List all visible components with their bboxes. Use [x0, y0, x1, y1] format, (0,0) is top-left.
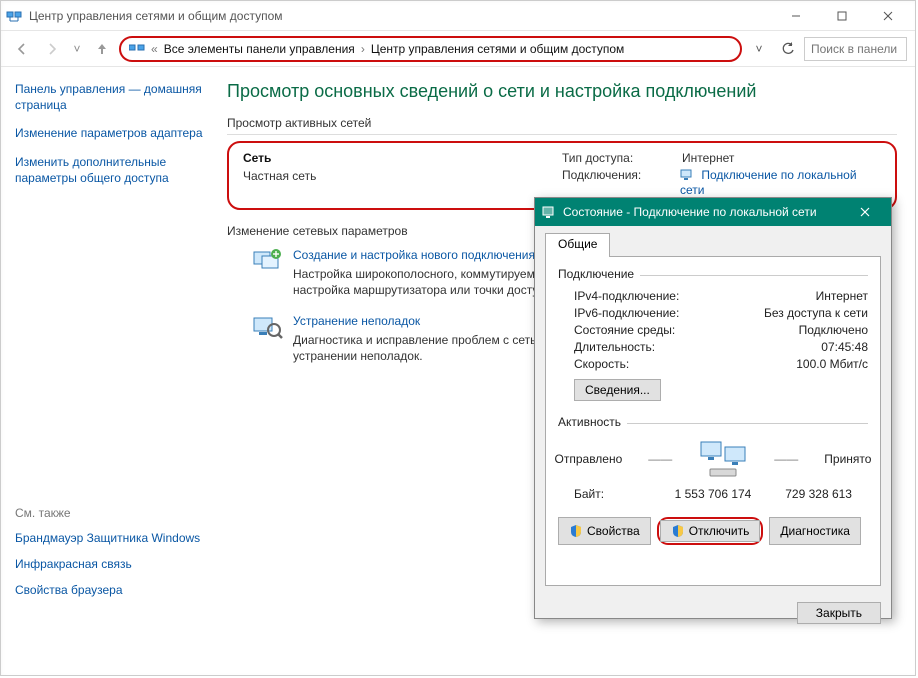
breadcrumb-icon — [129, 42, 145, 56]
titlebar: Центр управления сетями и общим доступом — [1, 1, 915, 31]
maximize-button[interactable] — [819, 2, 865, 30]
active-networks-heading: Просмотр активных сетей — [227, 116, 897, 135]
dialog-icon — [541, 204, 557, 220]
active-network-left: Сеть Частная сеть — [243, 151, 562, 200]
window-title: Центр управления сетями и общим доступом — [29, 9, 283, 23]
sidebar-link-firewall[interactable]: Брандмауэр Защитника Windows — [15, 530, 205, 546]
media-state-value: Подключено — [799, 323, 868, 337]
tab-general[interactable]: Общие — [545, 233, 610, 257]
sidebar-link-browser-props[interactable]: Свойства браузера — [15, 582, 205, 598]
connection-section-heading: Подключение — [558, 267, 868, 281]
speed-label: Скорость: — [574, 357, 629, 371]
see-also-links: Брандмауэр Защитника Windows Инфракрасна… — [15, 530, 205, 599]
breadcrumb-item-1[interactable]: Все элементы панели управления — [164, 42, 355, 56]
breadcrumb-chevron-icon: « — [151, 42, 158, 56]
disable-button-label: Отключить — [689, 524, 750, 538]
activity-dash-icon-2: —— — [774, 452, 798, 466]
access-type-value: Интернет — [682, 151, 734, 165]
close-button[interactable] — [865, 2, 911, 30]
speed-value: 100.0 Мбит/с — [796, 357, 868, 371]
diagnose-button[interactable]: Диагностика — [769, 517, 861, 545]
sidebar: Панель управления — домашняя страница Из… — [1, 67, 219, 675]
connections-label: Подключения: — [562, 168, 680, 197]
active-network-right: Тип доступа: Интернет Подключения: Подкл… — [562, 151, 881, 200]
connection-icon — [680, 169, 694, 183]
dialog-close-button[interactable] — [845, 199, 885, 225]
close-dialog-button[interactable]: Закрыть — [797, 602, 881, 624]
sidebar-link-home[interactable]: Панель управления — домашняя страница — [15, 81, 205, 113]
sent-label: Отправлено — [555, 452, 623, 466]
shield-icon — [569, 524, 583, 538]
disable-button-highlight: Отключить — [657, 517, 764, 545]
properties-button[interactable]: Свойства — [558, 517, 651, 545]
shield-icon — [671, 524, 685, 538]
bytes-row: Байт: 1 553 706 174 729 328 613 — [574, 487, 852, 501]
activity-dash-icon: —— — [648, 452, 672, 466]
duration-value: 07:45:48 — [821, 340, 868, 354]
bytes-received-value: 729 328 613 — [760, 487, 852, 501]
activity-section-heading: Активность — [558, 415, 868, 429]
breadcrumb-sep-icon: › — [361, 42, 365, 56]
app-icon — [5, 7, 23, 25]
dialog-titlebar[interactable]: Состояние - Подключение по локальной сет… — [535, 198, 891, 226]
search-box[interactable] — [804, 37, 907, 61]
connection-status-dialog: Состояние - Подключение по локальной сет… — [534, 197, 892, 619]
tab-content: Подключение IPv4-подключение: Интернет IP… — [545, 256, 881, 586]
ipv4-label: IPv4-подключение: — [574, 289, 679, 303]
dialog-button-group: Свойства Отключить Диагностика — [558, 517, 868, 545]
properties-button-label: Свойства — [587, 524, 640, 538]
two-computers-icon — [698, 439, 748, 479]
received-label: Принято — [824, 452, 871, 466]
network-type: Частная сеть — [243, 169, 562, 183]
ipv4-value: Интернет — [816, 289, 868, 303]
history-dropdown-button[interactable]: ˅ — [69, 36, 85, 62]
breadcrumb[interactable]: « Все элементы панели управления › Центр… — [119, 36, 742, 62]
new-connection-icon — [251, 248, 285, 278]
window-controls — [773, 2, 911, 30]
sidebar-link-adapter-settings[interactable]: Изменение параметров адаптера — [15, 125, 205, 141]
nav-up-button[interactable] — [89, 36, 115, 62]
sidebar-link-infrared[interactable]: Инфракрасная связь — [15, 556, 205, 572]
bytes-sent-value: 1 553 706 174 — [667, 487, 759, 501]
activity-diagram: Отправлено —— —— Принято — [558, 439, 868, 479]
minimize-button[interactable] — [773, 2, 819, 30]
see-also-heading: См. также — [15, 506, 205, 520]
disable-button[interactable]: Отключить — [660, 520, 761, 542]
dialog-title: Состояние - Подключение по локальной сет… — [563, 205, 817, 219]
nav-forward-button[interactable] — [39, 36, 65, 62]
media-state-label: Состояние среды: — [574, 323, 675, 337]
action-troubleshoot-link[interactable]: Устранение неполадок — [293, 314, 420, 328]
ipv6-value: Без доступа к сети — [764, 306, 868, 320]
bytes-label: Байт: — [574, 487, 666, 501]
duration-label: Длительность: — [574, 340, 655, 354]
connection-link[interactable]: Подключение по локальной сети — [680, 168, 857, 197]
troubleshoot-icon — [251, 314, 285, 344]
access-type-label: Тип доступа: — [562, 151, 682, 165]
ipv6-label: IPv6-подключение: — [574, 306, 679, 320]
address-bar: ˅ « Все элементы панели управления › Цен… — [1, 31, 915, 67]
refresh-button[interactable] — [776, 37, 800, 61]
nav-back-button[interactable] — [9, 36, 35, 62]
search-input[interactable] — [811, 42, 900, 56]
network-name: Сеть — [243, 151, 562, 165]
tab-strip: Общие — [545, 232, 881, 256]
dialog-body: Общие Подключение IPv4-подключение: Интер… — [535, 226, 891, 596]
dialog-footer: Закрыть — [535, 596, 891, 630]
breadcrumb-item-2[interactable]: Центр управления сетями и общим доступом — [371, 42, 625, 56]
address-dropdown-button[interactable]: ˅ — [746, 36, 772, 62]
sidebar-link-sharing-settings[interactable]: Изменить дополнительные параметры общего… — [15, 154, 205, 186]
details-button[interactable]: Сведения... — [574, 379, 661, 401]
page-heading: Просмотр основных сведений о сети и наст… — [227, 81, 897, 102]
